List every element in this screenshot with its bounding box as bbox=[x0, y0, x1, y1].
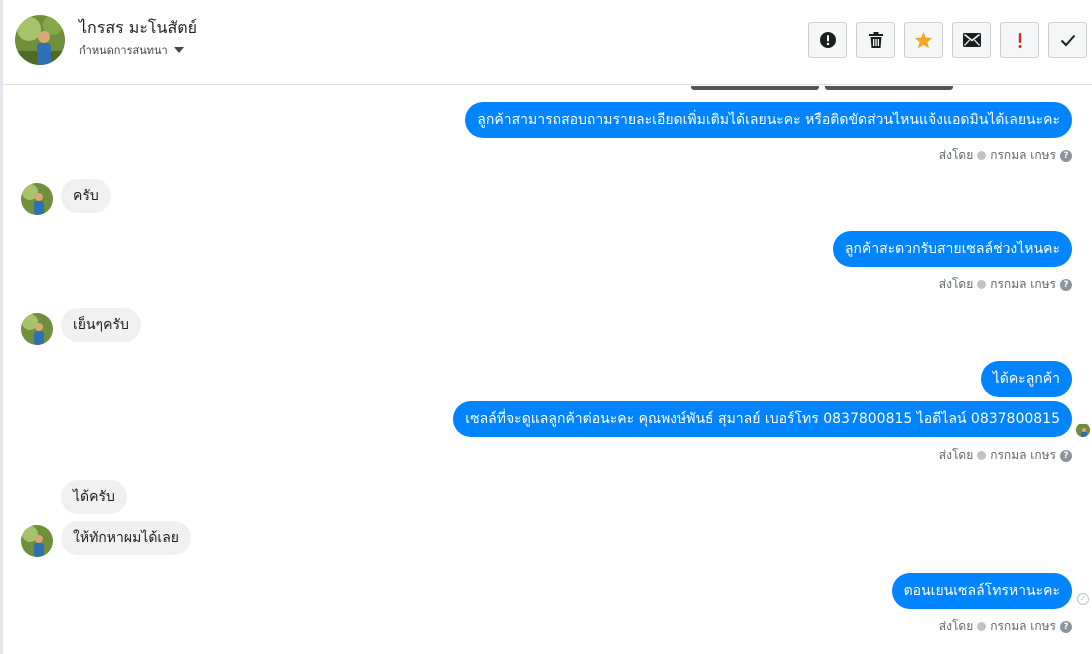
alert-circle-icon bbox=[819, 32, 836, 48]
seen-indicator-avatar bbox=[1076, 423, 1090, 437]
conversation-header: ไกรสร มะโนสัตย์ กำหนดการสนทนา bbox=[3, 0, 1092, 85]
mark-unread-button[interactable] bbox=[952, 22, 991, 58]
agent-status-icon bbox=[977, 151, 987, 160]
contact-avatar-small[interactable] bbox=[21, 183, 53, 215]
help-icon[interactable]: ? bbox=[1060, 278, 1072, 291]
sent-by-info: ส่งโดย กรกมล เกษร ? bbox=[939, 146, 1072, 165]
mark-done-button[interactable] bbox=[1048, 22, 1087, 58]
incoming-message[interactable]: ได้ครับ bbox=[61, 480, 127, 514]
sent-by-info: ส่งโดย กรกมล เกษร ? bbox=[939, 446, 1072, 465]
agent-status-icon bbox=[977, 451, 987, 460]
sent-by-label: ส่งโดย bbox=[938, 148, 974, 162]
envelope-icon bbox=[962, 33, 981, 47]
outgoing-message[interactable]: ลูกค้าสะดวกรับสายเซลล์ช่วงไหนคะ bbox=[832, 231, 1072, 267]
agent-name[interactable]: กรกมล เกษร bbox=[990, 617, 1056, 636]
contact-avatar-small[interactable] bbox=[21, 313, 53, 345]
agent-status-icon bbox=[977, 280, 987, 289]
image-attachments bbox=[691, 86, 953, 90]
outgoing-message[interactable]: ได้คะลูกค้า bbox=[980, 361, 1072, 397]
help-icon[interactable]: ? bbox=[1060, 149, 1072, 162]
delivered-check-icon: ✓ bbox=[1077, 593, 1089, 605]
outgoing-message[interactable]: ตอนเยนเซลล์โทรหานะคะ bbox=[891, 573, 1072, 609]
help-icon[interactable]: ? bbox=[1060, 449, 1072, 462]
conversation-settings-dropdown[interactable]: กำหนดการสนทนา bbox=[79, 41, 184, 59]
help-icon[interactable]: ? bbox=[1060, 620, 1072, 633]
image-attachment[interactable] bbox=[691, 86, 819, 90]
conversation-actions bbox=[808, 22, 1087, 58]
contact-avatar[interactable] bbox=[15, 15, 65, 65]
caret-down-icon bbox=[173, 47, 184, 53]
image-attachment[interactable] bbox=[825, 86, 953, 90]
sent-by-label: ส่งโดย bbox=[938, 277, 974, 291]
message-thread[interactable]: ลูกค้าสามารถสอบถามรายละเอียดเพิ่มเติมได้… bbox=[3, 86, 1092, 654]
trash-icon bbox=[868, 32, 883, 48]
contact-name[interactable]: ไกรสร มะโนสัตย์ bbox=[79, 16, 197, 41]
mark-important-button[interactable] bbox=[1000, 22, 1039, 58]
incoming-message[interactable]: ให้ทักหาผมได้เลย bbox=[61, 521, 191, 555]
agent-name[interactable]: กรกมล เกษร bbox=[990, 146, 1056, 165]
incoming-message[interactable]: เย็นๆครับ bbox=[61, 308, 141, 342]
star-icon bbox=[914, 31, 933, 49]
outgoing-message[interactable]: ลูกค้าสามารถสอบถามรายละเอียดเพิ่มเติมได้… bbox=[465, 102, 1072, 138]
conversation-settings-label: กำหนดการสนทนา bbox=[79, 44, 168, 57]
incoming-message[interactable]: ครับ bbox=[61, 179, 111, 213]
sent-by-label: ส่งโดย bbox=[938, 619, 974, 633]
star-button[interactable] bbox=[904, 22, 943, 58]
agent-name[interactable]: กรกมล เกษร bbox=[990, 446, 1056, 465]
sent-by-label: ส่งโดย bbox=[938, 448, 974, 462]
contact-avatar-small[interactable] bbox=[21, 525, 53, 557]
sent-by-info: ส่งโดย กรกมล เกษร ? bbox=[939, 617, 1072, 636]
sent-by-info: ส่งโดย กรกมล เกษร ? bbox=[939, 275, 1072, 294]
check-icon bbox=[1060, 34, 1075, 46]
agent-status-icon bbox=[977, 622, 987, 631]
mark-spam-button[interactable] bbox=[808, 22, 847, 58]
outgoing-message[interactable]: เซลล์ที่จะดูแลลูกค้าต่อนะคะ คุณพงษ์พันธ์… bbox=[453, 401, 1072, 437]
exclamation-icon bbox=[1018, 32, 1021, 48]
agent-name[interactable]: กรกมล เกษร bbox=[990, 275, 1056, 294]
delete-button[interactable] bbox=[856, 22, 895, 58]
